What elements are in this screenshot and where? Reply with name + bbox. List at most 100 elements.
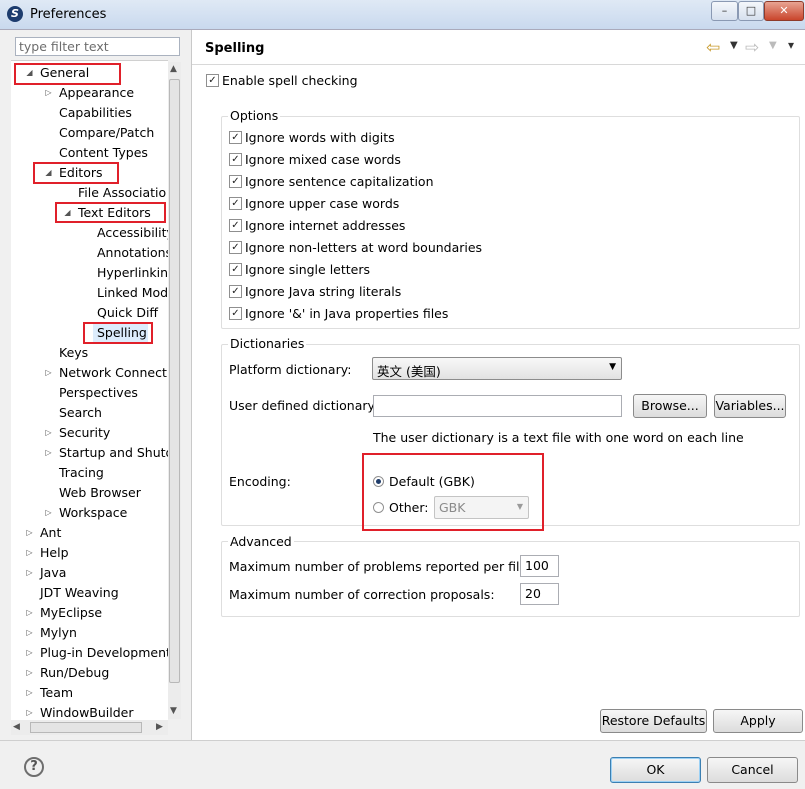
tree-label: Appearance: [59, 85, 135, 100]
tree-label: Startup and Shutd: [59, 445, 168, 460]
tree-item-jdt-weaving[interactable]: JDT Weaving: [40, 583, 119, 603]
tree-label: WindowBuilder: [40, 705, 134, 720]
tree-item-perspectives[interactable]: Perspectives: [59, 383, 138, 403]
forward-arrow-icon[interactable]: ⇨: [745, 38, 759, 58]
annotation-box-editors: [33, 162, 119, 184]
ignore-ampersand-checkbox[interactable]: ✓: [229, 307, 242, 320]
collapsed-icon: ▷: [26, 608, 33, 617]
tree-item-linked-mode[interactable]: Linked Mod: [97, 283, 168, 303]
ignore-internet-checkbox[interactable]: ✓: [229, 219, 242, 232]
chevron-down-icon: ▼: [609, 362, 616, 372]
tree-item-tracing[interactable]: Tracing: [59, 463, 104, 483]
tree-label: Java: [40, 565, 67, 580]
max-corrections-label: Maximum number of correction proposals:: [229, 587, 495, 602]
help-icon[interactable]: ?: [24, 757, 44, 777]
ignore-single-letters-label: Ignore single letters: [245, 262, 371, 277]
apply-button[interactable]: Apply: [713, 709, 803, 733]
restore-defaults-button[interactable]: Restore Defaults: [600, 709, 707, 733]
browse-button[interactable]: Browse...: [633, 394, 707, 418]
ignore-digits-label: Ignore words with digits: [245, 130, 395, 145]
tree-item-compare-patch[interactable]: Compare/Patch: [59, 123, 154, 143]
options-title: Options: [228, 108, 281, 123]
tree-item-quick-diff[interactable]: Quick Diff: [97, 303, 158, 323]
ignore-java-strings-checkbox[interactable]: ✓: [229, 285, 242, 298]
user-dictionary-input[interactable]: [373, 395, 622, 417]
tree-item-content-types[interactable]: Content Types: [59, 143, 148, 163]
tree-label: Mylyn: [40, 625, 77, 640]
platform-dictionary-select[interactable]: 英文 (美国) ▼: [372, 357, 622, 380]
enable-spell-checkbox[interactable]: ✓: [206, 74, 219, 87]
tree-label: Network Connectio: [59, 365, 168, 380]
ignore-mixed-case-checkbox[interactable]: ✓: [229, 153, 242, 166]
ignore-single-letters-checkbox[interactable]: ✓: [229, 263, 242, 276]
dictionaries-title: Dictionaries: [228, 336, 307, 351]
collapsed-icon: ▷: [26, 688, 33, 697]
tree-item-annotations[interactable]: Annotations: [97, 243, 168, 263]
max-problems-input[interactable]: 100: [520, 555, 559, 577]
tree-label: Run/Debug: [40, 665, 110, 680]
collapsed-icon: ▷: [26, 528, 33, 537]
tree-item-capabilities[interactable]: Capabilities: [59, 103, 132, 123]
ignore-upper-case-label: Ignore upper case words: [245, 196, 400, 211]
tree-label: Workspace: [59, 505, 128, 520]
tree-label: Help: [40, 545, 69, 560]
collapsed-icon: ▷: [26, 648, 33, 657]
page-title: Spelling: [205, 41, 265, 56]
tree-label: MyEclipse: [40, 605, 103, 620]
forward-history-icon[interactable]: ▼: [769, 40, 777, 51]
close-button[interactable]: ✕: [764, 1, 804, 21]
max-problems-label: Maximum number of problems reported per …: [229, 559, 532, 574]
footer-separator: [0, 740, 805, 741]
scroll-right-icon[interactable]: ▶: [156, 722, 163, 732]
filter-input[interactable]: type filter text: [15, 37, 180, 56]
back-history-icon[interactable]: ▼: [730, 40, 738, 51]
collapsed-icon: ▷: [26, 548, 33, 557]
view-menu-icon[interactable]: ▾: [788, 38, 794, 52]
tree-label: Team: [40, 685, 74, 700]
ignore-java-strings-label: Ignore Java string literals: [245, 284, 402, 299]
ignore-non-letters-label: Ignore non-letters at word boundaries: [245, 240, 483, 255]
minimize-button[interactable]: –: [711, 1, 738, 21]
tree-item-web-browser[interactable]: Web Browser: [59, 483, 141, 503]
tree-label: Security: [59, 425, 111, 440]
ignore-sentence-cap-checkbox[interactable]: ✓: [229, 175, 242, 188]
collapsed-icon: ▷: [45, 448, 52, 457]
tree-item-accessibility[interactable]: Accessibility: [97, 223, 168, 243]
max-corrections-input[interactable]: 20: [520, 583, 559, 605]
annotation-box-encoding: [362, 453, 544, 531]
tree-item-search[interactable]: Search: [59, 403, 102, 423]
preference-tree: ◢ General ▷ Appearance Capabilities Compar…: [11, 60, 168, 721]
ok-button[interactable]: OK: [610, 757, 701, 783]
header-separator: [192, 64, 805, 65]
scroll-down-icon[interactable]: ▼: [170, 706, 177, 716]
tree-item-file-associations[interactable]: File Associatio: [78, 183, 166, 203]
platform-dictionary-value: 英文 (美国): [377, 364, 441, 379]
title-bar: [0, 0, 805, 30]
collapsed-icon: ▷: [45, 368, 52, 377]
collapsed-icon: ▷: [45, 88, 52, 97]
scroll-up-icon[interactable]: ▲: [170, 64, 177, 74]
advanced-title: Advanced: [228, 534, 294, 549]
annotation-box-spelling: [83, 322, 153, 344]
maximize-button[interactable]: □: [738, 1, 764, 21]
ignore-digits-checkbox[interactable]: ✓: [229, 131, 242, 144]
collapsed-icon: ▷: [45, 428, 52, 437]
ignore-upper-case-checkbox[interactable]: ✓: [229, 197, 242, 210]
platform-dictionary-label: Platform dictionary:: [229, 362, 352, 377]
tree-hscroll-thumb[interactable]: [30, 722, 142, 733]
back-arrow-icon[interactable]: ⇦: [706, 38, 720, 58]
window-title: Preferences: [30, 7, 107, 22]
scroll-left-icon[interactable]: ◀: [13, 722, 20, 732]
tree-item-keys[interactable]: Keys: [59, 343, 88, 363]
annotation-box-general: [14, 63, 121, 85]
cancel-button[interactable]: Cancel: [707, 757, 798, 783]
advanced-group: [221, 541, 800, 617]
tree-scroll-thumb[interactable]: [169, 79, 180, 683]
ignore-non-letters-checkbox[interactable]: ✓: [229, 241, 242, 254]
tree-label: Plug-in Development: [40, 645, 168, 660]
eclipse-icon: S: [7, 6, 23, 22]
tree-item-hyperlinking[interactable]: Hyperlinking: [97, 263, 168, 283]
ignore-mixed-case-label: Ignore mixed case words: [245, 152, 401, 167]
variables-button[interactable]: Variables...: [714, 394, 786, 418]
ignore-internet-label: Ignore internet addresses: [245, 218, 406, 233]
